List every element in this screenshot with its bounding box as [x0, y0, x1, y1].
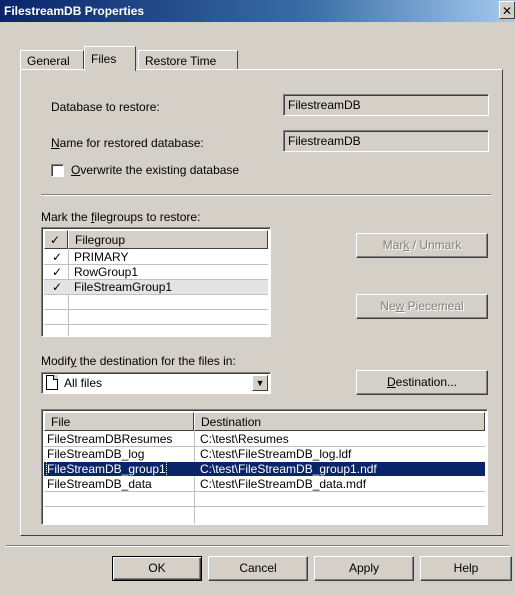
restored-name-label-text: ame for restored database:	[59, 136, 204, 150]
modify-destination-label: Modify the destination for the files in:	[41, 354, 236, 368]
destination-column-header[interactable]: Destination	[194, 412, 485, 431]
restored-name-label-mnemonic: N	[51, 136, 60, 150]
chevron-down-icon[interactable]: ▼	[252, 375, 268, 391]
overwrite-checkbox[interactable]	[51, 164, 64, 177]
destination-cell: C:\test\FileStreamDB_log.ldf	[200, 447, 352, 461]
destination-cell: C:\test\Resumes	[200, 432, 289, 446]
apply-button[interactable]: Apply	[314, 556, 414, 581]
file-cell: FileStreamDB_data	[47, 477, 152, 491]
file-cell: FileStreamDB_log	[47, 447, 145, 461]
files-table[interactable]: File Destination FileStreamDBResumes C:\…	[41, 409, 488, 525]
file-header-label: File	[51, 415, 71, 429]
modify-label-pre: Modif	[41, 354, 71, 368]
row-line	[44, 506, 485, 507]
mark-button-pre: Mar	[382, 238, 404, 252]
ok-button[interactable]: OK	[112, 556, 202, 581]
row-line	[44, 294, 268, 295]
tab-restore-time-label: Restore Time	[145, 54, 217, 68]
table-row[interactable]: ✓ RowGroup1	[44, 265, 268, 279]
row-line	[44, 324, 268, 325]
title-bar: FilestreamDB Properties ✕	[0, 0, 515, 22]
row-line	[44, 491, 485, 492]
destination-button-mnemonic: D	[386, 375, 396, 389]
apply-button-label: Apply	[348, 561, 380, 575]
footer-separator	[6, 545, 509, 547]
table-row[interactable]: FileStreamDB_data C:\test\FileStreamDB_d…	[44, 477, 485, 491]
filegroup-name: FileStreamGroup1	[74, 280, 173, 294]
section-separator	[41, 194, 491, 196]
table-row[interactable]: FileStreamDBResumes C:\test\Resumes	[44, 432, 485, 446]
files-scope-select[interactable]: All files ▼	[41, 372, 271, 394]
restored-name-label: Name for restored database:	[51, 136, 204, 150]
destination-header-label: Destination	[201, 415, 262, 429]
row-checkmark-icon[interactable]: ✓	[52, 265, 62, 279]
filegroup-header-label: Filegroup	[75, 233, 126, 247]
file-cell: FileStreamDBResumes	[47, 432, 173, 446]
dropdown-arrow-glyph: ▼	[255, 378, 265, 388]
file-column-header[interactable]: File	[44, 412, 194, 431]
filegroups-label-rest: ilegroups to restore:	[94, 210, 201, 224]
restored-name-field[interactable]: FilestreamDB	[283, 130, 489, 152]
file-cell: FileStreamDB_group1	[46, 461, 167, 477]
piecemeal-button-pre: Ne	[380, 299, 396, 313]
db-restore-field: FilestreamDB	[283, 94, 489, 116]
help-button-label: Help	[453, 561, 479, 575]
db-restore-label: Database to restore:	[51, 100, 160, 114]
tab-general[interactable]: General	[20, 50, 84, 70]
checkmark-header-icon: ✓	[50, 233, 61, 247]
filegroups-label-pre: Mark the	[41, 210, 92, 224]
row-line	[44, 309, 268, 310]
tab-files-label: Files	[91, 52, 117, 66]
cancel-button-label: Cancel	[239, 561, 277, 575]
overwrite-label-text: verwrite the existing database	[80, 163, 240, 177]
close-icon: ✕	[501, 4, 513, 18]
filegroups-label: Mark the filegroups to restore:	[41, 210, 200, 224]
filegroup-check-header: ✓	[44, 230, 68, 249]
destination-cell: C:\test\FileStreamDB_group1.ndf	[200, 462, 377, 476]
db-restore-value: FilestreamDB	[288, 98, 361, 112]
restored-name-value: FilestreamDB	[288, 134, 361, 148]
window-title: FilestreamDB Properties	[4, 4, 145, 18]
destination-button[interactable]: Destination...	[356, 370, 488, 395]
close-button[interactable]: ✕	[499, 1, 515, 19]
table-row[interactable]: ✓ FileStreamGroup1	[44, 280, 268, 294]
table-row-selected[interactable]: FileStreamDB_group1 C:\test\FileStreamDB…	[44, 461, 485, 477]
filegroup-column-header[interactable]: Filegroup	[68, 230, 268, 249]
modify-label-rest: the destination for the files in:	[76, 354, 236, 368]
destination-cell: C:\test\FileStreamDB_data.mdf	[200, 477, 367, 491]
piecemeal-button-rest: Piecemeal	[404, 299, 464, 313]
overwrite-label-mnemonic: O	[71, 163, 81, 177]
files-scope-value: All files	[64, 376, 103, 390]
destination-button-rest: estination...	[395, 375, 458, 389]
table-row[interactable]: ✓ PRIMARY	[44, 250, 268, 264]
document-icon	[46, 375, 58, 390]
filegroup-name: RowGroup1	[74, 265, 139, 279]
tab-files[interactable]: Files	[84, 46, 136, 71]
piecemeal-button-mnemonic: w	[395, 299, 405, 313]
row-checkmark-icon[interactable]: ✓	[52, 250, 62, 264]
new-piecemeal-button[interactable]: New Piecemeal	[356, 294, 488, 319]
ok-button-label: OK	[148, 561, 166, 575]
mark-button-rest: / Unmark	[409, 238, 462, 252]
tab-general-label: General	[27, 54, 70, 68]
help-button[interactable]: Help	[420, 556, 512, 581]
table-row[interactable]: FileStreamDB_log C:\test\FileStreamDB_lo…	[44, 447, 485, 461]
tab-restore-time[interactable]: Restore Time	[138, 50, 238, 70]
files-tab-panel: Database to restore: FilestreamDB Name f…	[20, 69, 503, 536]
filegroup-name: PRIMARY	[74, 250, 129, 264]
row-checkmark-icon[interactable]: ✓	[52, 280, 62, 294]
overwrite-label[interactable]: Overwrite the existing database	[71, 163, 239, 177]
mark-unmark-button[interactable]: Mark / Unmark	[356, 233, 488, 258]
cancel-button[interactable]: Cancel	[208, 556, 308, 581]
filegroups-grid[interactable]: ✓ Filegroup ✓ PRIMARY ✓ RowGroup1 ✓ File…	[41, 227, 271, 337]
